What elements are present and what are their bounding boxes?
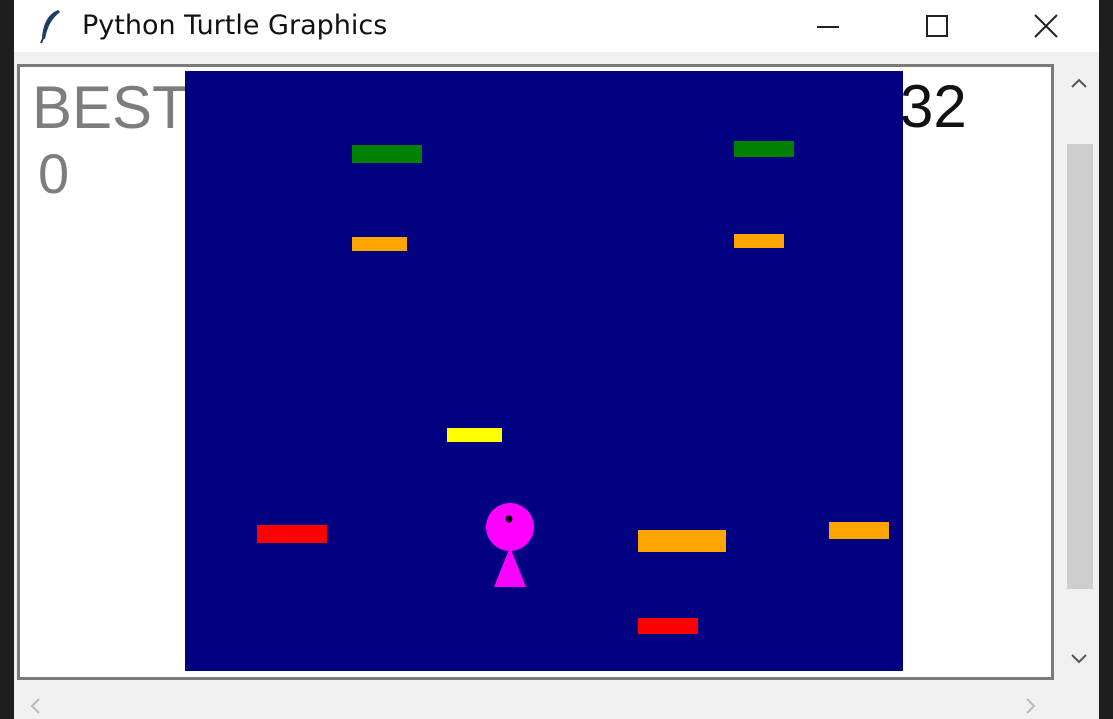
maximize-icon [926, 15, 948, 37]
best-score: 0 [38, 142, 70, 205]
vertical-scrollbar[interactable] [1059, 64, 1099, 680]
platform-orange-1 [352, 237, 407, 251]
scroll-up-icon[interactable] [1069, 76, 1089, 90]
minimize-icon [817, 26, 839, 28]
window-title: Python Turtle Graphics [82, 10, 388, 41]
best-label: BEST [32, 74, 189, 141]
platform-orange-3 [638, 530, 726, 552]
current-score: 32 [900, 73, 967, 140]
title-bar[interactable]: Python Turtle Graphics [14, 0, 1099, 52]
player-character [486, 503, 534, 587]
close-icon [1034, 14, 1058, 38]
vertical-scroll-thumb[interactable] [1067, 144, 1093, 589]
maximize-button[interactable] [892, 0, 982, 52]
platform-red-2 [638, 618, 698, 634]
platform-yellow-1 [447, 428, 502, 442]
scroll-left-icon[interactable] [28, 696, 42, 716]
platform-green-2 [734, 141, 794, 157]
platform-orange-2 [734, 234, 784, 248]
turtle-window: Python Turtle Graphics BEST 0 32 [14, 0, 1099, 719]
platform-orange-4 [829, 522, 889, 539]
minimize-button[interactable] [783, 0, 873, 52]
scroll-right-icon[interactable] [1024, 696, 1038, 716]
turtle-canvas[interactable]: BEST 0 32 [17, 64, 1054, 680]
horizontal-scrollbar[interactable] [14, 684, 1059, 719]
game-playfield[interactable] [185, 71, 903, 671]
platform-red-1 [257, 525, 327, 543]
platform-green-1 [352, 145, 422, 163]
feather-icon [40, 10, 60, 44]
scroll-down-icon[interactable] [1069, 652, 1089, 666]
close-button[interactable] [1001, 0, 1091, 52]
